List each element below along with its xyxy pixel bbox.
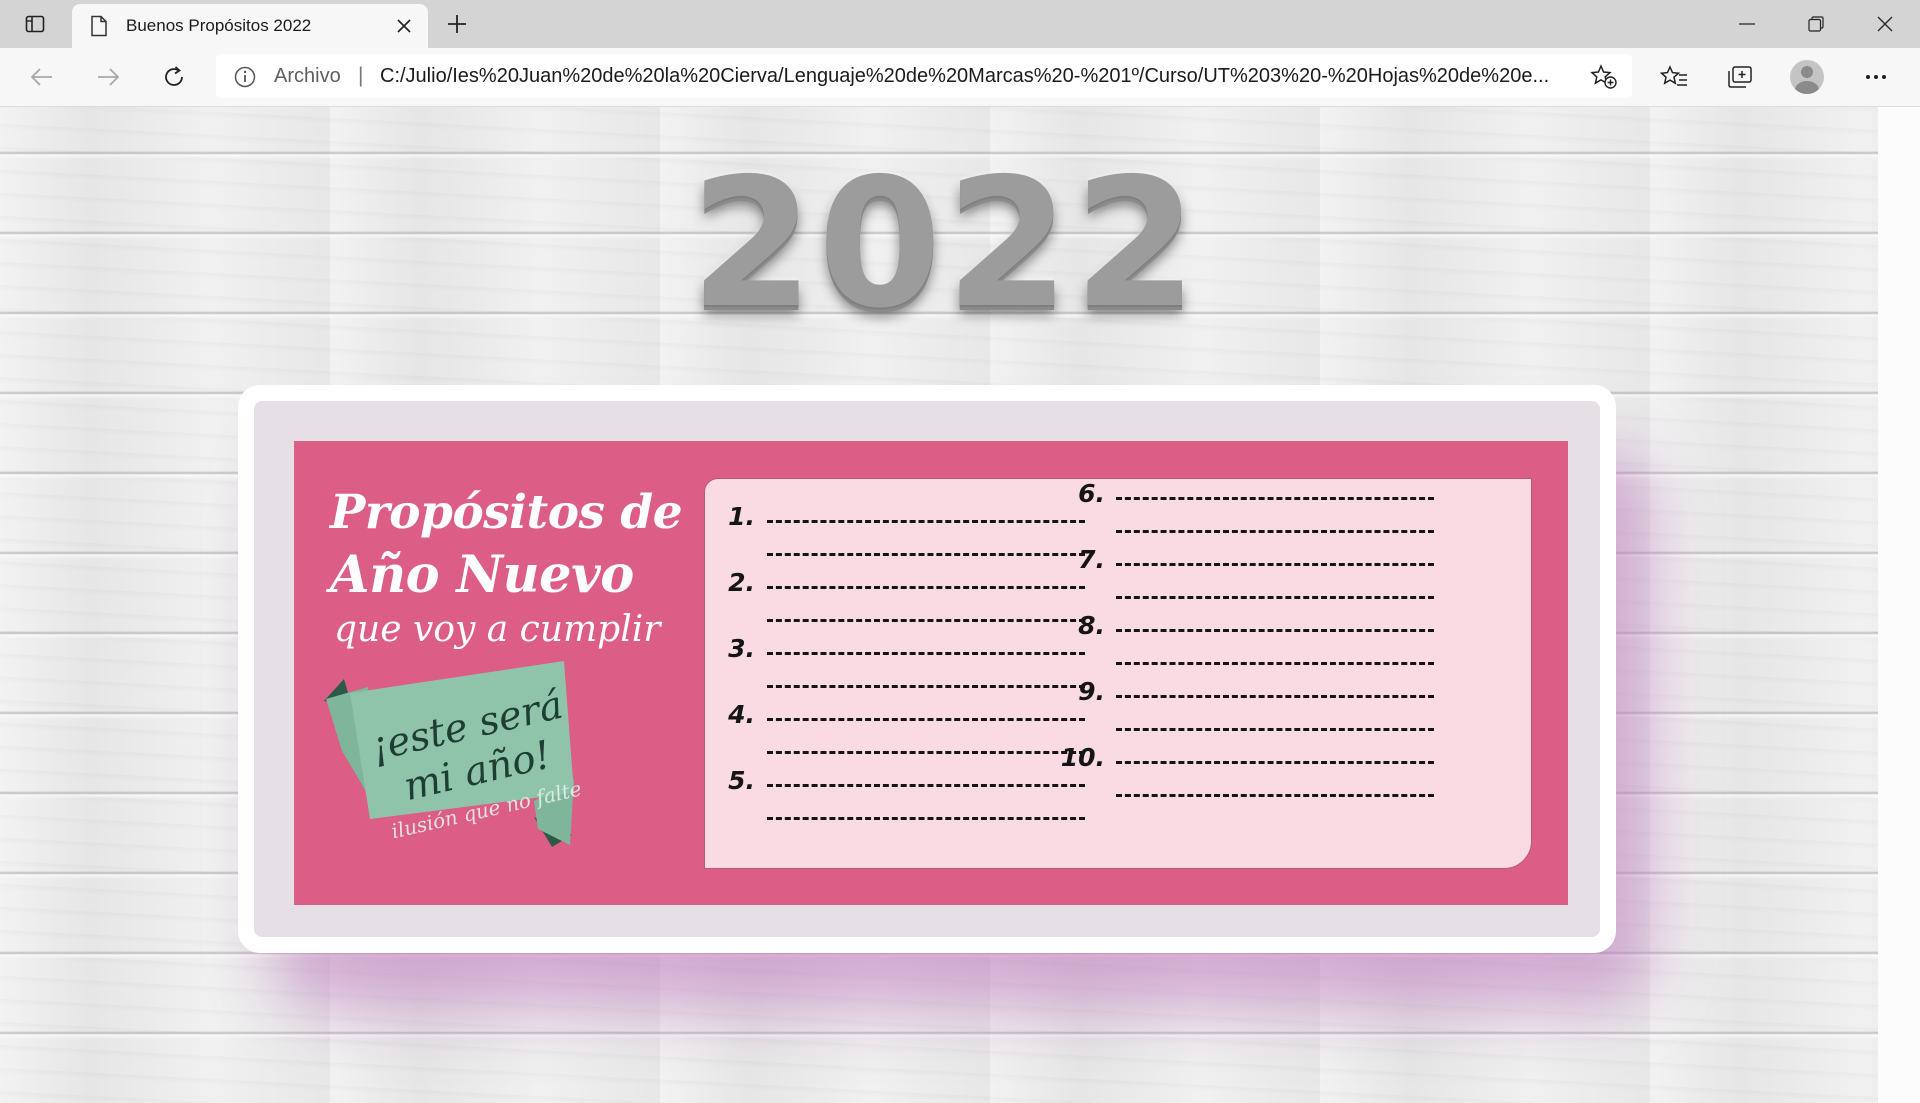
resolution-number: 7. [1078, 545, 1105, 574]
navigation-bar: Archivo | C:/Julio/Ies%20Juan%20de%20la%… [0, 48, 1920, 107]
dashed-write-line [1116, 596, 1434, 599]
dashed-write-line [1116, 497, 1434, 500]
resolution-item: 6. [705, 479, 1525, 545]
poster-heading-line3: que voy a cumplir [334, 609, 661, 650]
resolution-item: 7. [705, 545, 1525, 611]
url-text[interactable]: C:/Julio/Ies%20Juan%20de%20la%20Cierva/L… [380, 65, 1576, 88]
dashed-write-line [1116, 530, 1434, 533]
dashed-write-line [1116, 563, 1434, 566]
scrollbar-track[interactable] [1878, 107, 1920, 1103]
refresh-icon[interactable] [156, 61, 192, 93]
poster-heading-line1: Propósitos de [330, 485, 683, 540]
close-tab-icon[interactable] [392, 14, 416, 38]
tab-title: Buenos Propósitos 2022 [126, 16, 312, 35]
info-icon[interactable] [234, 66, 256, 93]
restore-icon[interactable] [1793, 8, 1839, 40]
dashed-write-line [1116, 728, 1434, 731]
browser-tab-active[interactable]: Buenos Propósitos 2022 [72, 4, 428, 48]
resolution-item: 9. [705, 677, 1525, 743]
dashed-write-line [1116, 695, 1434, 698]
star-add-icon[interactable] [1590, 64, 1618, 95]
back-arrow-icon[interactable] [24, 61, 60, 93]
resolution-number: 10. [1060, 743, 1105, 772]
resolution-number: 9. [1078, 677, 1105, 706]
resolution-number: 8. [1078, 611, 1105, 640]
dashed-write-line [1116, 662, 1434, 665]
minimize-icon[interactable] [1724, 8, 1770, 40]
dashed-write-line [1116, 794, 1434, 797]
resolutions-poster: Propósitos de Año Nuevo que voy a cumpli… [294, 441, 1568, 905]
resolution-item: 8. [705, 611, 1525, 677]
more-icon[interactable] [1858, 61, 1894, 93]
site-info-label[interactable]: Archivo [274, 65, 341, 88]
card-inner-frame: Propósitos de Año Nuevo que voy a cumpli… [254, 401, 1600, 937]
favorites-icon[interactable] [1656, 61, 1692, 93]
new-tab-icon[interactable] [440, 10, 474, 38]
tab-strip: Buenos Propósitos 2022 [0, 0, 1920, 48]
profile-avatar[interactable] [1790, 60, 1824, 94]
resolutions-card: Propósitos de Año Nuevo que voy a cumpli… [238, 385, 1616, 953]
forward-arrow-icon[interactable] [90, 61, 126, 93]
dashed-write-line [1116, 629, 1434, 632]
dashed-write-line [1116, 761, 1434, 764]
collections-icon[interactable] [1722, 61, 1758, 93]
dashed-write-line [767, 817, 1085, 820]
close-window-icon[interactable] [1862, 8, 1908, 40]
page-icon [90, 15, 108, 42]
resolution-number: 6. [1078, 479, 1105, 508]
resolutions-list: 1. 2. 3. 4. 5. 6. 7. 8. 9. 10. [704, 478, 1532, 869]
address-separator: | [358, 64, 364, 87]
poster-heading-line2: Año Nuevo [330, 545, 634, 605]
tab-actions-icon[interactable] [14, 8, 56, 40]
address-bar[interactable]: Archivo | C:/Julio/Ies%20Juan%20de%20la%… [216, 54, 1632, 98]
resolution-item: 10. [705, 743, 1525, 809]
year-title: 2022 [690, 140, 1202, 347]
